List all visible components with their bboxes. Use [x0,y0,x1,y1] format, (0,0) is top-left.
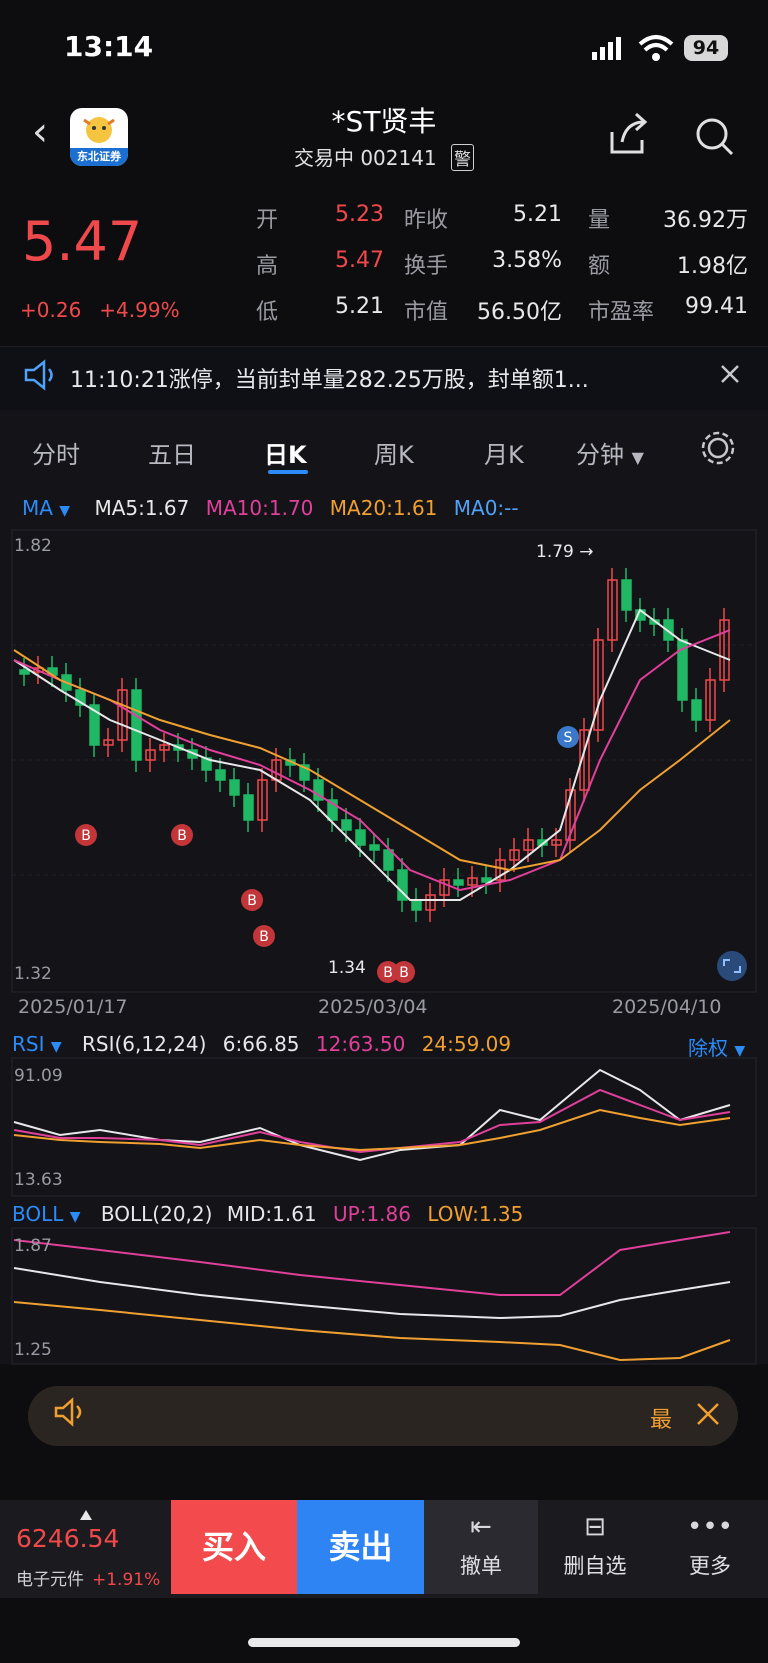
buy-button[interactable]: 买入 [171,1500,297,1594]
more-dots-icon: ••• [686,1512,733,1542]
remove-watchlist-label: 删自选 [563,1554,627,1578]
index-up-arrow-icon [80,1510,92,1520]
cancel-order-icon: ⇤ [470,1512,492,1542]
sell-button[interactable]: 卖出 [297,1500,424,1594]
sector-index-value[interactable]: 6246.54 [16,1524,119,1553]
minus-square-icon: ⊟ [584,1512,606,1542]
sector-index-name: 电子元件 [16,1570,84,1590]
more-button[interactable]: ••• 更多 [652,1500,768,1594]
remove-watchlist-button[interactable]: ⊟ 删自选 [538,1500,652,1594]
sector-index-label[interactable]: 电子元件 +1.91% [16,1565,160,1590]
more-label: 更多 [689,1554,731,1578]
cancel-order-label: 撤单 [460,1554,502,1578]
cancel-order-button[interactable]: ⇤ 撤单 [424,1500,538,1594]
sector-index-change: +1.91% [92,1570,161,1590]
home-indicator [248,1638,520,1647]
